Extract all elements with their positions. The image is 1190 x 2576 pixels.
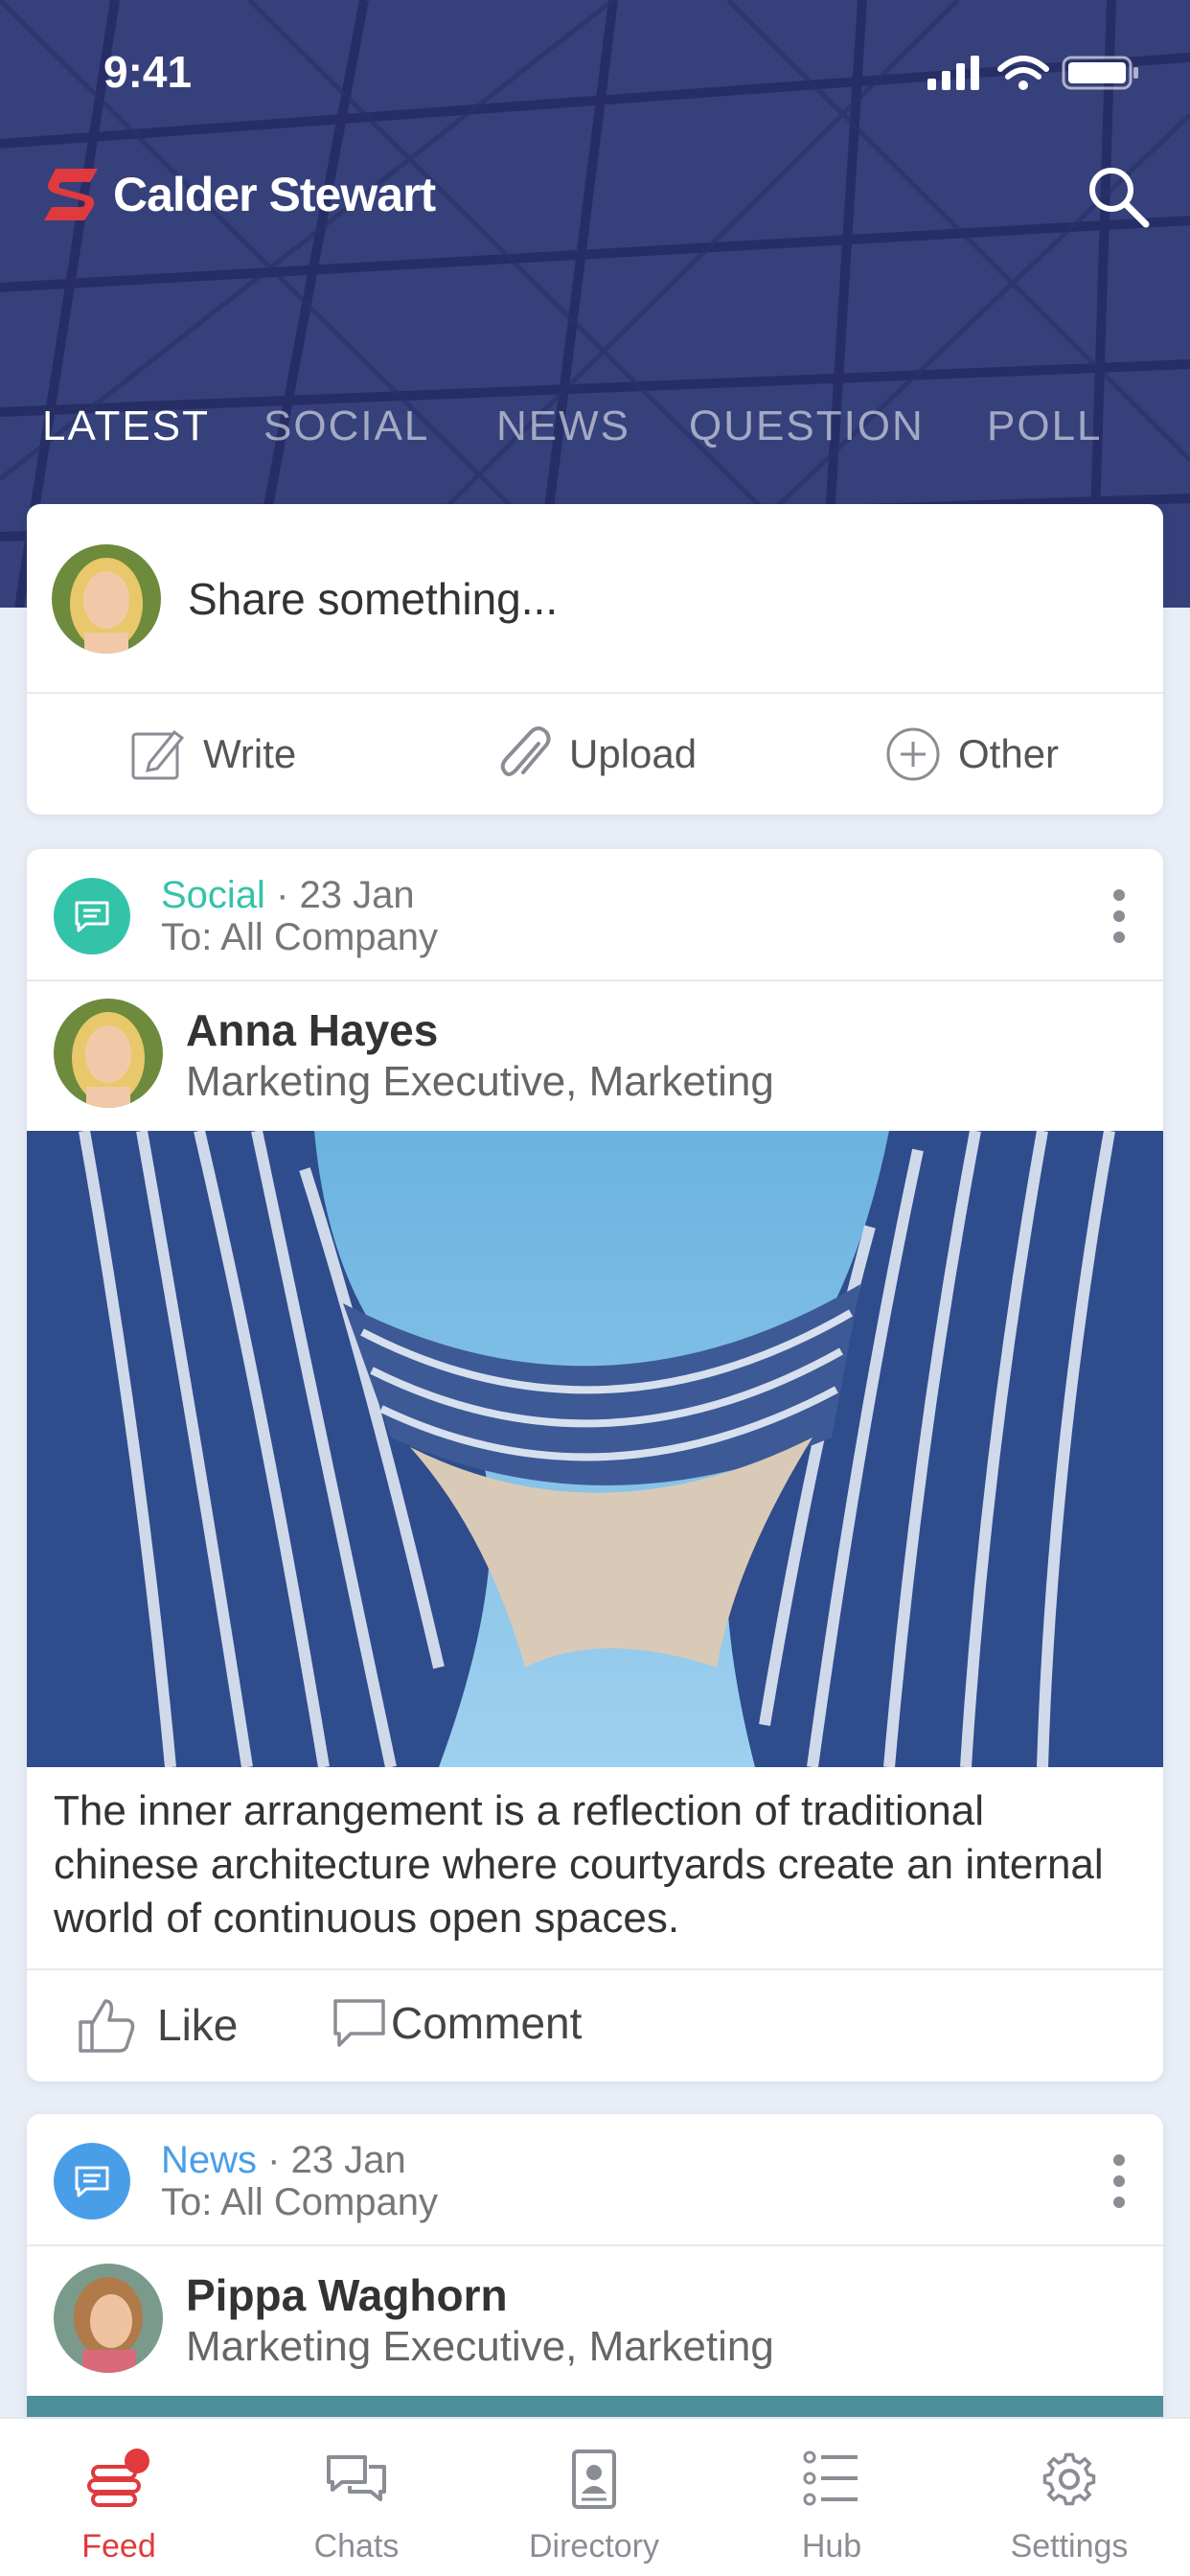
post-audience: To: All Company xyxy=(161,2181,439,2223)
upload-button[interactable]: Upload xyxy=(500,726,697,782)
more-options-icon[interactable] xyxy=(1110,887,1129,945)
nav-label: Directory xyxy=(528,2528,660,2564)
cellular-signal-icon xyxy=(927,56,979,90)
author-name[interactable]: Pippa Waghorn xyxy=(186,2269,508,2321)
like-button[interactable]: Like xyxy=(77,1995,238,2055)
avatar xyxy=(52,544,161,654)
post-image[interactable] xyxy=(27,1131,1163,1767)
calder-stewart-logo-icon xyxy=(44,169,98,220)
nav-hub[interactable]: Hub xyxy=(713,2448,950,2565)
gear-icon xyxy=(1042,2452,1096,2506)
post-category[interactable]: Social xyxy=(161,874,265,916)
more-options-icon[interactable] xyxy=(1110,2152,1129,2210)
post-date: · 23 Jan xyxy=(276,874,415,916)
nav-feed[interactable]: Feed xyxy=(0,2448,238,2565)
nav-settings[interactable]: Settings xyxy=(950,2448,1188,2565)
battery-icon xyxy=(1062,56,1138,90)
chat-bubbles-icon xyxy=(327,2455,386,2501)
avatar[interactable] xyxy=(54,2264,163,2373)
divider xyxy=(27,692,1163,694)
brand-name: Calder Stewart xyxy=(113,168,436,221)
post-body: The inner arrangement is a reflection of… xyxy=(54,1787,1104,1942)
notification-badge xyxy=(125,2449,149,2473)
plus-circle-icon xyxy=(886,727,940,781)
status-time: 9:41 xyxy=(103,47,193,97)
post-meta: Social · 23 Jan xyxy=(161,874,415,917)
post-audience: To: All Company xyxy=(161,916,439,958)
news-chat-icon xyxy=(54,2143,130,2220)
search-icon[interactable] xyxy=(1085,163,1152,230)
other-button[interactable]: Other xyxy=(885,726,1059,782)
write-button[interactable]: Write xyxy=(130,726,296,782)
post-actions: Like Comment xyxy=(27,1970,1163,2082)
nav-label: Feed xyxy=(81,2528,156,2564)
avatar[interactable] xyxy=(54,999,163,1108)
tab-news[interactable]: NEWS xyxy=(496,402,630,450)
tab-poll[interactable]: POLL xyxy=(987,402,1103,450)
paperclip-icon xyxy=(500,726,551,776)
nav-directory[interactable]: Directory xyxy=(475,2448,713,2565)
comment-bubble-icon xyxy=(333,1999,385,2047)
contact-book-icon xyxy=(572,2450,616,2509)
nav-label: Chats xyxy=(313,2528,400,2564)
like-label: Like xyxy=(157,2000,239,2050)
post-card: Social · 23 Jan To: All Company Anna Hay… xyxy=(27,849,1163,2082)
write-label: Write xyxy=(203,731,297,776)
author-role: Marketing Executive, Marketing xyxy=(186,1058,774,1105)
tab-question[interactable]: QUESTION xyxy=(689,402,925,450)
post-category[interactable]: News xyxy=(161,2139,257,2181)
divider xyxy=(27,979,1163,981)
tab-social[interactable]: SOCIAL xyxy=(263,402,429,450)
share-input[interactable]: Share something... xyxy=(188,573,558,625)
post-meta: News · 23 Jan xyxy=(161,2139,406,2182)
comment-button[interactable]: Comment xyxy=(332,1995,582,2051)
composer-card: Share something... Write Upload Other xyxy=(27,504,1163,815)
upload-label: Upload xyxy=(569,731,698,776)
comment-label: Comment xyxy=(391,1998,583,2048)
nav-chats[interactable]: Chats xyxy=(238,2448,475,2565)
feed-tabs: LATEST SOCIAL NEWS QUESTION POLL xyxy=(0,402,1190,479)
post-date: · 23 Jan xyxy=(267,2139,406,2181)
tab-latest[interactable]: LATEST xyxy=(42,402,210,450)
pencil-square-icon xyxy=(131,729,185,780)
bottom-navigation: Feed Chats Directory Hub Settings xyxy=(0,2417,1190,2576)
author-role: Marketing Executive, Marketing xyxy=(186,2323,774,2370)
list-icon xyxy=(803,2450,858,2506)
other-label: Other xyxy=(958,731,1060,776)
author-name[interactable]: Anna Hayes xyxy=(186,1004,438,1056)
status-icons xyxy=(927,56,1138,90)
thumbs-up-icon xyxy=(79,1999,135,2053)
wifi-icon xyxy=(997,56,1049,80)
brand-logo: Calder Stewart xyxy=(42,165,436,224)
nav-label: Settings xyxy=(1010,2528,1129,2564)
social-chat-icon xyxy=(54,878,130,954)
divider xyxy=(27,2244,1163,2246)
nav-label: Hub xyxy=(801,2528,862,2564)
feed-stack-icon xyxy=(87,2449,149,2507)
